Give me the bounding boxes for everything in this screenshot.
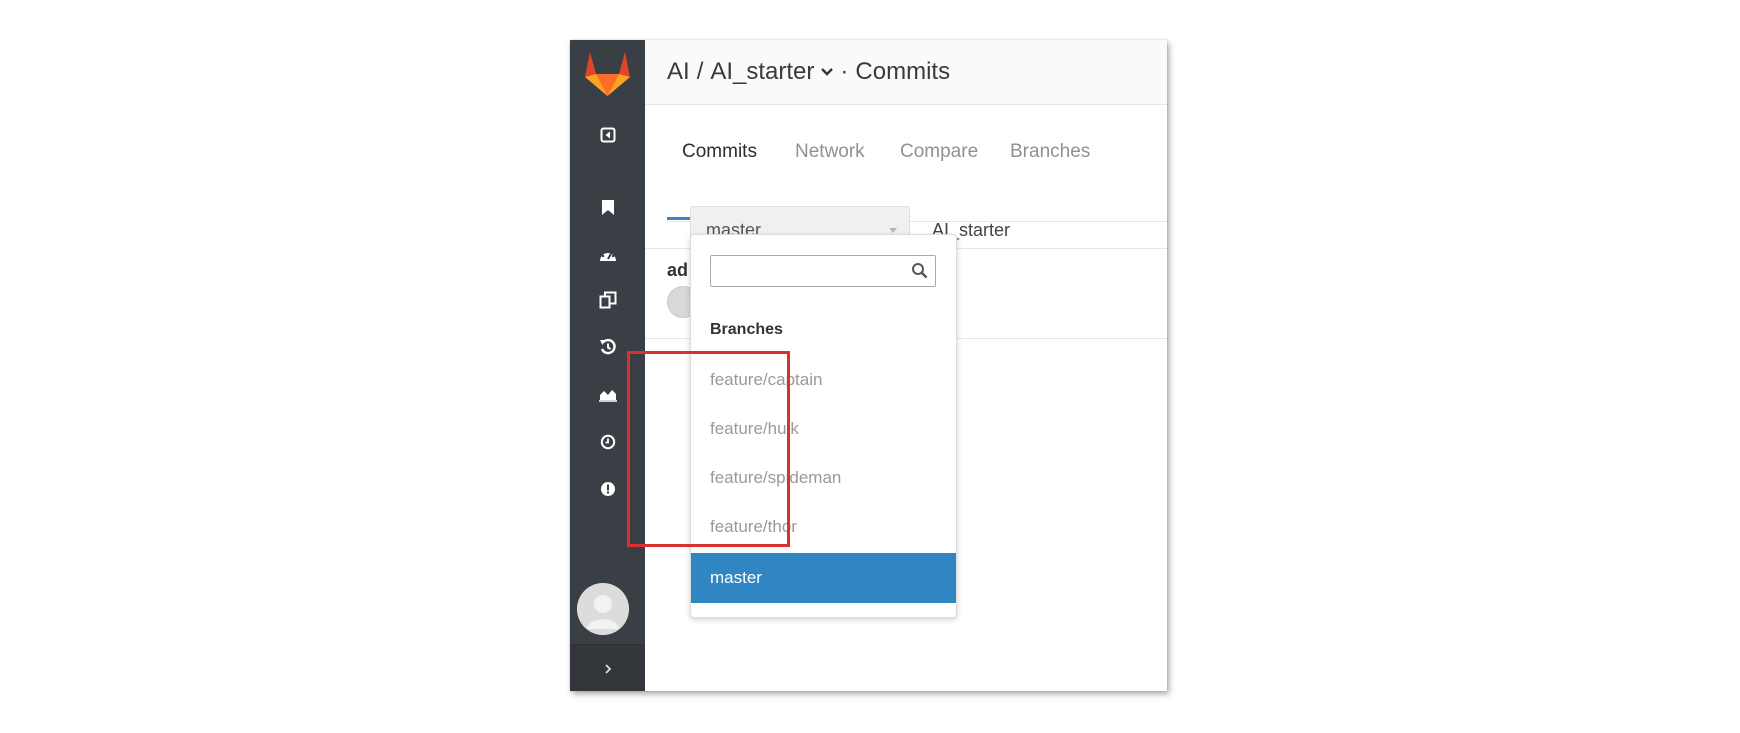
tab-branches[interactable]: Branches [1010, 104, 1090, 220]
app-window: AI / AI_starter · Commits Commits Networ… [570, 40, 1167, 691]
commit-author: ad [667, 260, 689, 280]
branch-dropdown: Branches feature/captain feature/hulk fe… [690, 234, 957, 618]
search-icon [911, 262, 929, 285]
graph-icon[interactable] [570, 376, 645, 412]
branch-search-input[interactable] [710, 255, 936, 287]
branches-header: Branches [710, 321, 783, 338]
collapse-icon[interactable] [570, 117, 645, 153]
breadcrumb-namespace[interactable]: AI [667, 58, 690, 86]
branch-item-feature-hulk[interactable]: feature/hulk [691, 405, 956, 453]
clock-icon[interactable] [570, 424, 645, 460]
bookmark-icon[interactable] [570, 189, 645, 225]
history-icon[interactable] [570, 329, 645, 365]
branch-item-master[interactable]: master [691, 553, 956, 603]
breadcrumb-dot: · [840, 58, 849, 85]
avatar[interactable] [577, 583, 629, 635]
sidebar [570, 40, 645, 691]
breadcrumb: AI / AI_starter · Commits [645, 40, 1167, 105]
breadcrumb-project[interactable]: AI_starter [710, 58, 814, 86]
files-icon[interactable] [570, 282, 645, 318]
gitlab-logo-icon[interactable] [576, 44, 639, 102]
tab-commits[interactable]: Commits [667, 104, 772, 220]
page-title: Commits [855, 58, 951, 85]
branch-item-feature-thor[interactable]: feature/thor [691, 503, 956, 551]
tab-compare[interactable]: Compare [900, 104, 978, 220]
subnav-tabs: Commits Network Compare Branches [667, 104, 1167, 222]
tab-network[interactable]: Network [795, 104, 865, 220]
dashboard-icon[interactable] [570, 236, 645, 272]
chevron-down-icon[interactable] [820, 67, 834, 77]
branch-item-feature-captain[interactable]: feature/captain [691, 356, 956, 404]
issues-icon[interactable] [570, 471, 645, 507]
caret-down-icon [889, 228, 897, 233]
branch-item-feature-spideman[interactable]: feature/spideman [691, 454, 956, 502]
chevron-right-icon[interactable] [570, 644, 645, 691]
breadcrumb-separator: / [696, 58, 704, 85]
